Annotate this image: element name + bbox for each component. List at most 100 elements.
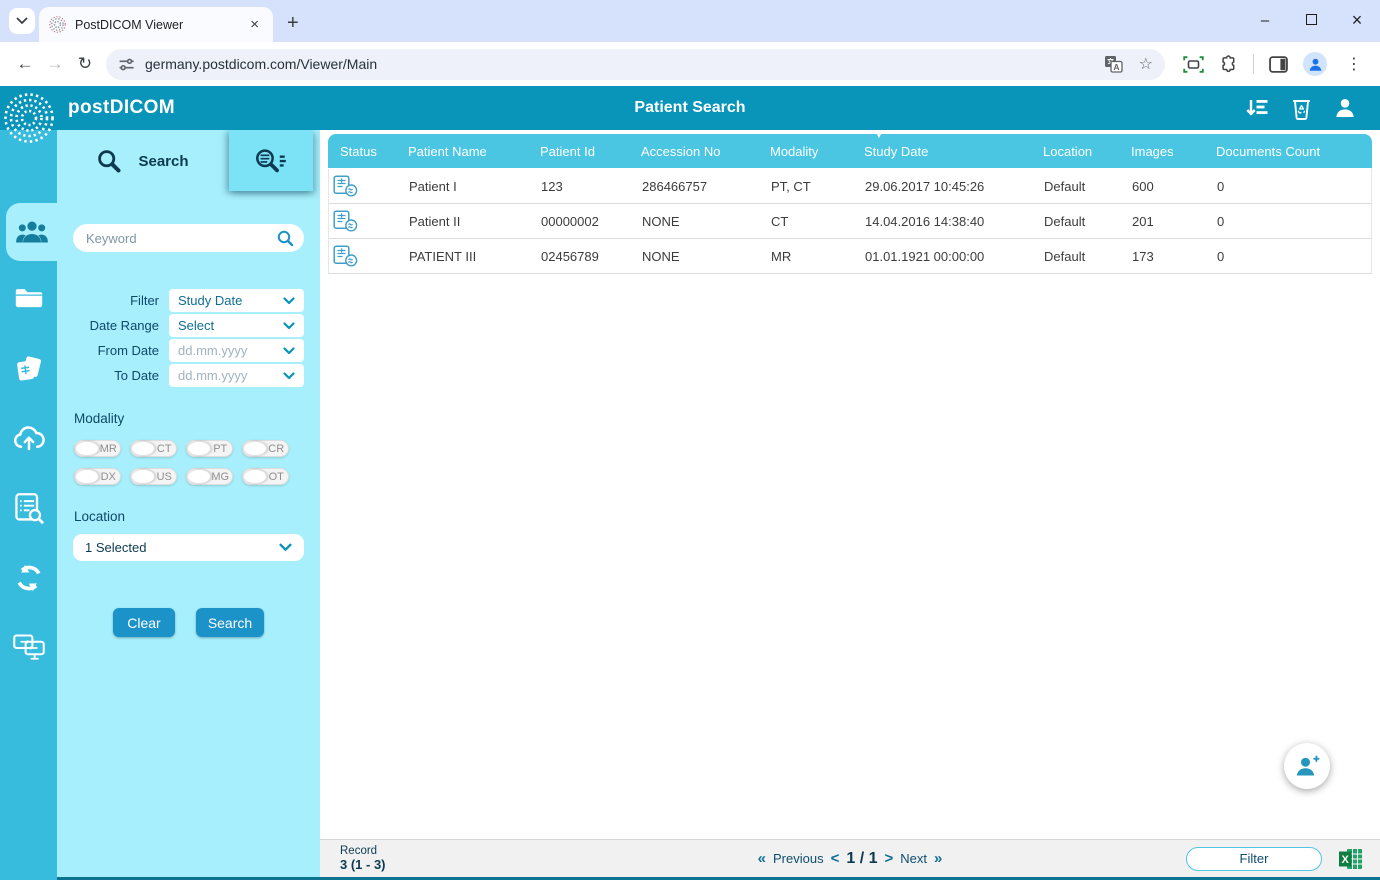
column-accession-no[interactable]: Accession No bbox=[641, 144, 770, 159]
tab-title: PostDICOM Viewer bbox=[75, 18, 244, 32]
profile-avatar[interactable] bbox=[1303, 52, 1327, 76]
browser-tabstrip: PostDICOM Viewer × + – × bbox=[0, 0, 1380, 42]
to-date-label: To Date bbox=[57, 368, 159, 383]
folder-icon bbox=[14, 286, 44, 310]
toolbar-actions: ⋮ bbox=[1183, 52, 1366, 76]
sidebar-item-folders[interactable] bbox=[0, 278, 57, 318]
column-patient-name[interactable]: Patient Name bbox=[408, 144, 540, 159]
url-text[interactable]: germany.postdicom.com/Viewer/Main bbox=[145, 56, 1104, 72]
sidebar-item-remote-transfer[interactable] bbox=[0, 628, 57, 668]
study-status-icon bbox=[333, 210, 409, 232]
modality-toggle-mr[interactable]: MR bbox=[74, 440, 121, 457]
toolbar-divider bbox=[1253, 54, 1254, 74]
column-status[interactable]: Status bbox=[340, 144, 408, 159]
sidebar-item-patient-search[interactable] bbox=[6, 203, 57, 261]
cell-location: Default bbox=[1044, 214, 1132, 229]
back-button[interactable]: ← bbox=[10, 54, 40, 74]
filter-label: Filter bbox=[57, 293, 159, 308]
record-label: Record bbox=[340, 845, 386, 857]
download-sort-icon[interactable] bbox=[1245, 98, 1269, 119]
toggle-knob bbox=[131, 441, 155, 456]
from-date-dropdown[interactable]: dd.mm.yyyy bbox=[169, 339, 304, 362]
first-page-icon[interactable]: « bbox=[758, 850, 766, 867]
sidebar-item-order-search[interactable] bbox=[0, 488, 57, 528]
translate-icon[interactable]: A bbox=[1104, 55, 1123, 73]
add-patient-fab[interactable] bbox=[1284, 743, 1330, 789]
extensions-puzzle-icon[interactable] bbox=[1219, 55, 1238, 74]
maximize-button[interactable] bbox=[1298, 12, 1324, 29]
last-page-icon[interactable]: » bbox=[934, 850, 942, 867]
close-tab-icon[interactable]: × bbox=[244, 16, 265, 33]
prev-page-icon[interactable]: < bbox=[831, 850, 840, 867]
modality-toggle-cr[interactable]: CR bbox=[242, 440, 289, 457]
tab-advanced-search[interactable] bbox=[229, 130, 313, 191]
filter-button[interactable]: Filter bbox=[1186, 847, 1322, 871]
clear-button[interactable]: Clear bbox=[113, 608, 175, 637]
modality-toggle-dx[interactable]: DX bbox=[74, 468, 121, 485]
cell-patient-id: 00000002 bbox=[541, 214, 642, 229]
table-row[interactable]: Patient II 00000002 NONE CT 14.04.2016 1… bbox=[329, 204, 1371, 239]
search-button[interactable]: Search bbox=[196, 608, 264, 637]
table-header: Status Patient Name Patient Id Accession… bbox=[328, 134, 1372, 168]
sidebar-item-cloud-upload[interactable] bbox=[0, 418, 57, 458]
reload-button[interactable]: ↻ bbox=[70, 54, 100, 74]
to-date-dropdown[interactable]: dd.mm.yyyy bbox=[169, 364, 304, 387]
app-header: postDICOM Patient Search bbox=[0, 86, 1380, 130]
column-documents-count[interactable]: Documents Count bbox=[1216, 144, 1372, 159]
modality-toggle-ot[interactable]: OT bbox=[242, 468, 289, 485]
cell-documents-count: 0 bbox=[1217, 249, 1371, 264]
filter-rows: Filter Study Date Date Range Select bbox=[57, 289, 320, 387]
export-excel-icon[interactable]: X bbox=[1339, 848, 1363, 870]
results-area: Status Patient Name Patient Id Accession… bbox=[320, 130, 1380, 880]
user-icon[interactable] bbox=[1334, 97, 1356, 119]
chevron-down-icon bbox=[279, 543, 292, 552]
table-row[interactable]: PATIENT III 02456789 NONE MR 01.01.1921 … bbox=[329, 239, 1371, 274]
bookmark-icon[interactable]: ☆ bbox=[1139, 54, 1153, 74]
table-rows: Patient I 123 286466757 PT, CT 29.06.201… bbox=[328, 169, 1372, 274]
cell-images: 600 bbox=[1132, 179, 1217, 194]
keyword-input[interactable] bbox=[86, 231, 277, 246]
modality-toggle-ct[interactable]: CT bbox=[130, 440, 177, 457]
column-patient-id[interactable]: Patient Id bbox=[540, 144, 641, 159]
column-images[interactable]: Images bbox=[1131, 144, 1216, 159]
modality-toggle-mg[interactable]: MG bbox=[186, 468, 233, 485]
forward-button[interactable]: → bbox=[40, 54, 70, 74]
window-controls: – × bbox=[1252, 10, 1370, 31]
keyword-search-icon[interactable] bbox=[277, 230, 294, 247]
toggle-knob bbox=[243, 441, 267, 456]
pagination: « Previous < 1 / 1 > Next » bbox=[758, 850, 943, 868]
minimize-button[interactable]: – bbox=[1252, 12, 1278, 29]
column-location[interactable]: Location bbox=[1043, 144, 1131, 159]
side-panel-icon[interactable] bbox=[1269, 56, 1288, 73]
screenshot-icon[interactable] bbox=[1183, 56, 1204, 73]
sidebar-item-sync[interactable] bbox=[0, 558, 57, 598]
modality-toggle-pt[interactable]: PT bbox=[186, 440, 233, 457]
column-study-date[interactable]: ▼ Study Date bbox=[864, 144, 1043, 159]
tab-basic-search[interactable]: Search bbox=[57, 130, 228, 192]
panel-buttons: Clear Search bbox=[57, 608, 320, 637]
site-settings-icon[interactable] bbox=[118, 56, 135, 73]
date-range-dropdown[interactable]: Select bbox=[169, 314, 304, 337]
tab-search-button[interactable] bbox=[9, 8, 35, 34]
cell-patient-id: 123 bbox=[541, 179, 642, 194]
remote-transfer-icon bbox=[12, 633, 46, 663]
sidebar-item-image-stack[interactable] bbox=[0, 348, 57, 388]
chevron-down-icon bbox=[283, 322, 295, 330]
browser-menu-icon[interactable]: ⋮ bbox=[1342, 54, 1366, 74]
recycle-bin-icon[interactable] bbox=[1292, 97, 1311, 120]
column-modality[interactable]: Modality bbox=[770, 144, 864, 159]
browser-tab[interactable]: PostDICOM Viewer × bbox=[39, 7, 273, 42]
previous-button[interactable]: Previous bbox=[773, 851, 824, 866]
next-button[interactable]: Next bbox=[900, 851, 927, 866]
filter-dropdown[interactable]: Study Date bbox=[169, 289, 304, 312]
close-window-button[interactable]: × bbox=[1344, 10, 1370, 31]
cell-patient-name: PATIENT III bbox=[409, 249, 541, 264]
toggle-knob bbox=[75, 469, 99, 484]
next-page-icon[interactable]: > bbox=[884, 850, 893, 867]
table-row[interactable]: Patient I 123 286466757 PT, CT 29.06.201… bbox=[329, 169, 1371, 204]
new-tab-button[interactable]: + bbox=[287, 13, 299, 33]
location-dropdown[interactable]: 1 Selected bbox=[73, 534, 304, 561]
url-bar[interactable]: germany.postdicom.com/Viewer/Main A ☆ bbox=[106, 49, 1165, 80]
modality-toggle-us[interactable]: US bbox=[130, 468, 177, 485]
cell-study-date: 29.06.2017 10:45:26 bbox=[865, 179, 1044, 194]
